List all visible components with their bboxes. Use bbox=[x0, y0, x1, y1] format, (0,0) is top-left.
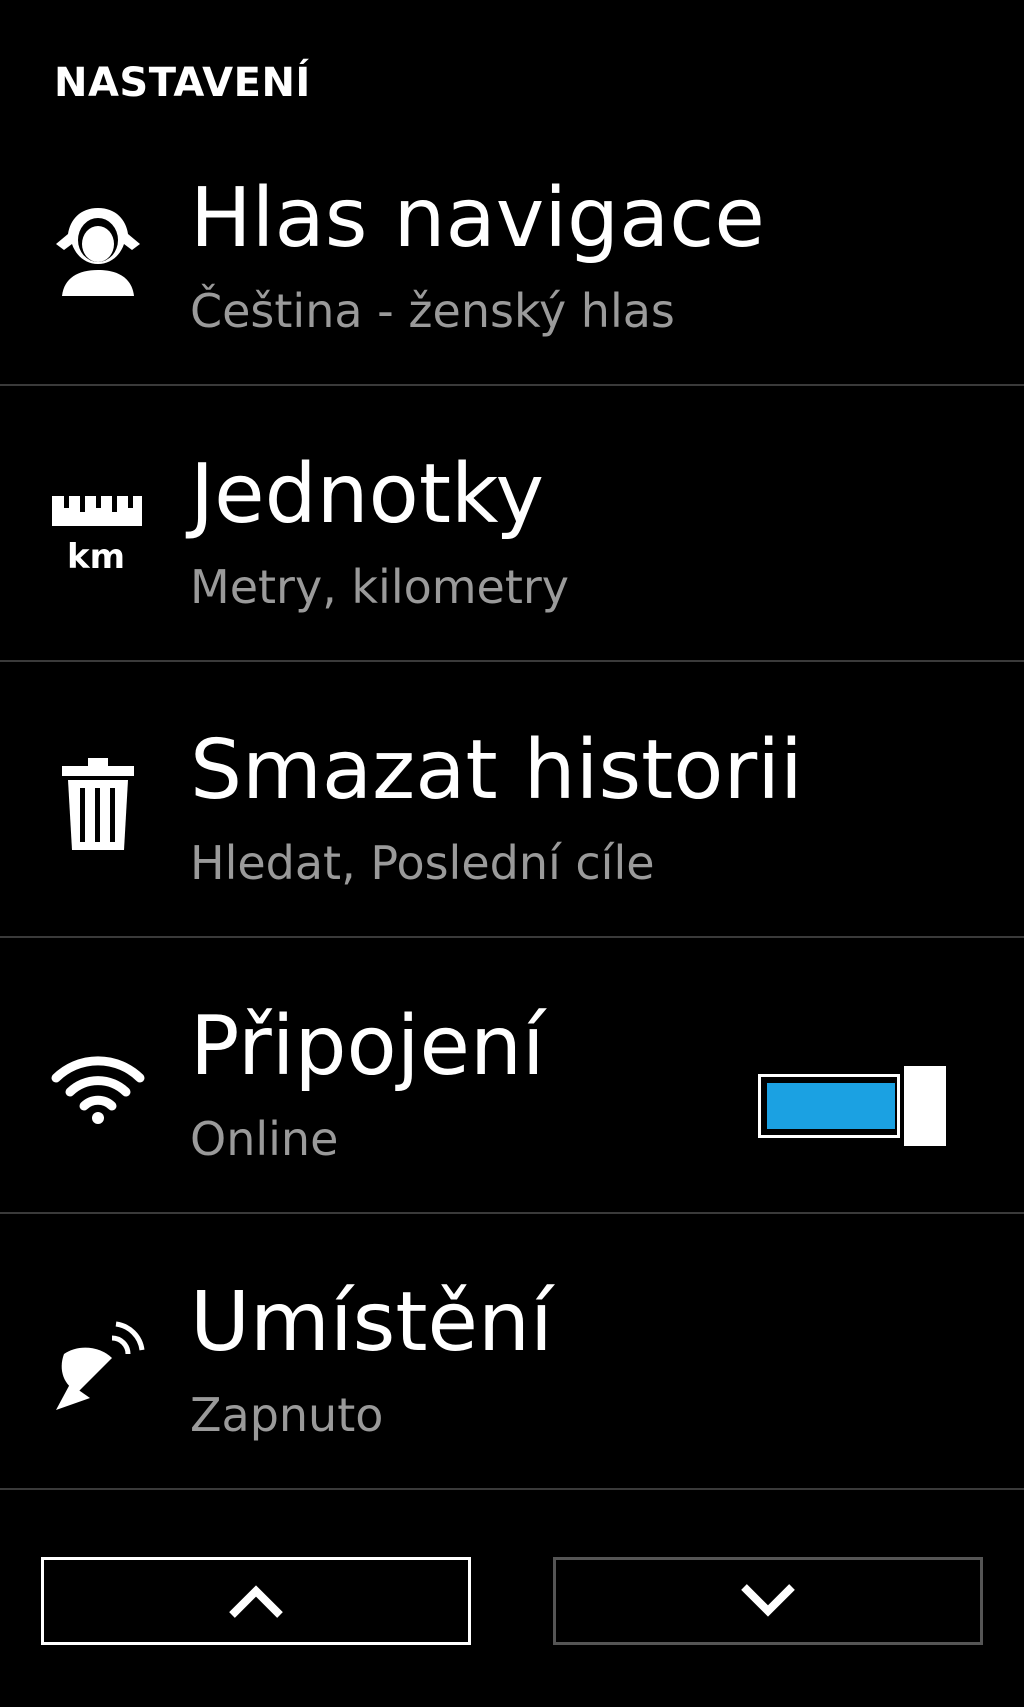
setting-title: Jednotky bbox=[190, 447, 545, 542]
setting-subtitle: Online bbox=[190, 1112, 339, 1166]
chevron-up-icon bbox=[229, 1585, 283, 1618]
setting-subtitle: Čeština - ženský hlas bbox=[190, 284, 675, 338]
satellite-dish-icon bbox=[50, 1314, 146, 1410]
setting-title: Hlas navigace bbox=[190, 171, 765, 266]
scroll-up-button[interactable] bbox=[41, 1557, 471, 1645]
setting-subtitle: Hledat, Poslední cíle bbox=[190, 836, 655, 890]
setting-location[interactable]: Umístění Zapnuto bbox=[0, 1214, 1024, 1490]
setting-connection[interactable]: Připojení Online bbox=[0, 938, 1024, 1214]
toggle-fill bbox=[767, 1083, 895, 1129]
page-title: NASTAVENÍ bbox=[54, 60, 311, 106]
wifi-icon bbox=[50, 1044, 146, 1124]
setting-title: Připojení bbox=[190, 999, 545, 1094]
setting-subtitle: Metry, kilometry bbox=[190, 560, 570, 614]
setting-clear-history[interactable]: Smazat historii Hledat, Poslední cíle bbox=[0, 662, 1024, 938]
scroll-down-button[interactable] bbox=[553, 1557, 983, 1645]
woman-voice-icon bbox=[50, 200, 146, 300]
ruler-km-label: km bbox=[67, 537, 125, 577]
setting-subtitle: Zapnuto bbox=[190, 1388, 384, 1442]
setting-title: Smazat historii bbox=[190, 723, 803, 818]
setting-navigation-voice[interactable]: Hlas navigace Čeština - ženský hlas bbox=[0, 110, 1024, 386]
trash-icon bbox=[60, 758, 136, 850]
chevron-down-icon bbox=[741, 1584, 795, 1617]
connection-toggle[interactable] bbox=[758, 1066, 948, 1146]
setting-title: Umístění bbox=[190, 1275, 553, 1370]
toggle-thumb[interactable] bbox=[904, 1066, 946, 1146]
setting-units[interactable]: km Jednotky Metry, kilometry bbox=[0, 386, 1024, 662]
ruler-km-icon: km bbox=[50, 486, 146, 586]
